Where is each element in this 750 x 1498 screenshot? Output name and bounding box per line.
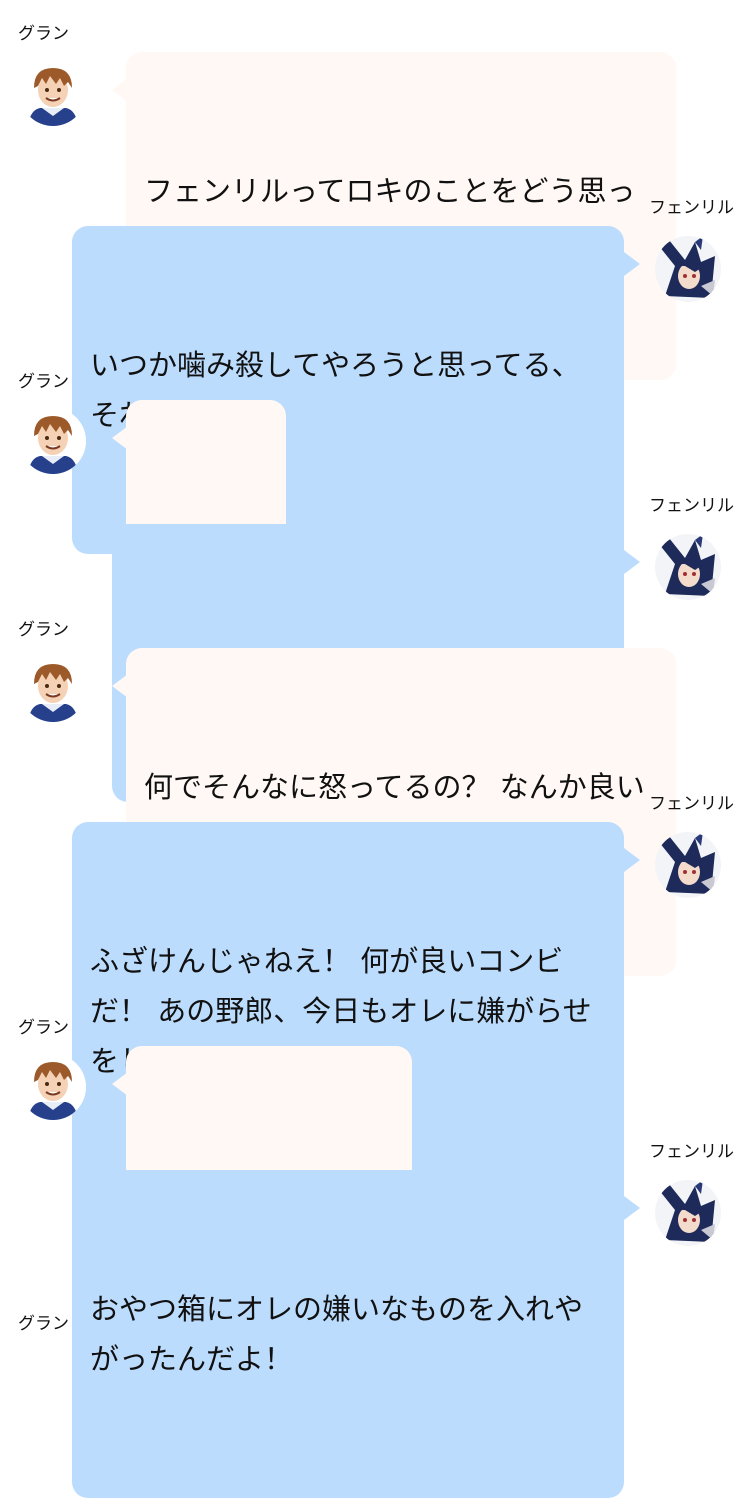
speaker-name: フェンリル <box>649 1142 734 1162</box>
fenrir-avatar-icon[interactable] <box>655 236 721 302</box>
message-bubble: おやつ箱にオレの嫌いなものを入れやがったんだよ！ <box>72 1170 640 1498</box>
gran-avatar-icon[interactable] <box>20 60 86 126</box>
speaker-name: グラン <box>18 1018 69 1038</box>
speaker-name: フェンリル <box>649 794 734 814</box>
message-text: おやつ箱にオレの嫌いなものを入れやがったんだよ！ <box>90 1292 584 1376</box>
speaker-name: グラン <box>18 1314 69 1334</box>
gran-avatar-icon[interactable] <box>20 656 86 722</box>
fenrir-avatar-icon[interactable] <box>655 1180 721 1246</box>
fenrir-avatar-icon[interactable] <box>655 534 721 600</box>
fenrir-avatar-icon[interactable] <box>655 832 721 898</box>
gran-avatar-icon[interactable] <box>20 408 86 474</box>
speaker-name: フェンリル <box>649 496 734 516</box>
speaker-name: グラン <box>18 372 69 392</box>
speaker-name: グラン <box>18 24 69 44</box>
gran-avatar-icon[interactable] <box>20 1054 86 1120</box>
speaker-name: グラン <box>18 620 69 640</box>
speaker-name: フェンリル <box>649 198 734 218</box>
